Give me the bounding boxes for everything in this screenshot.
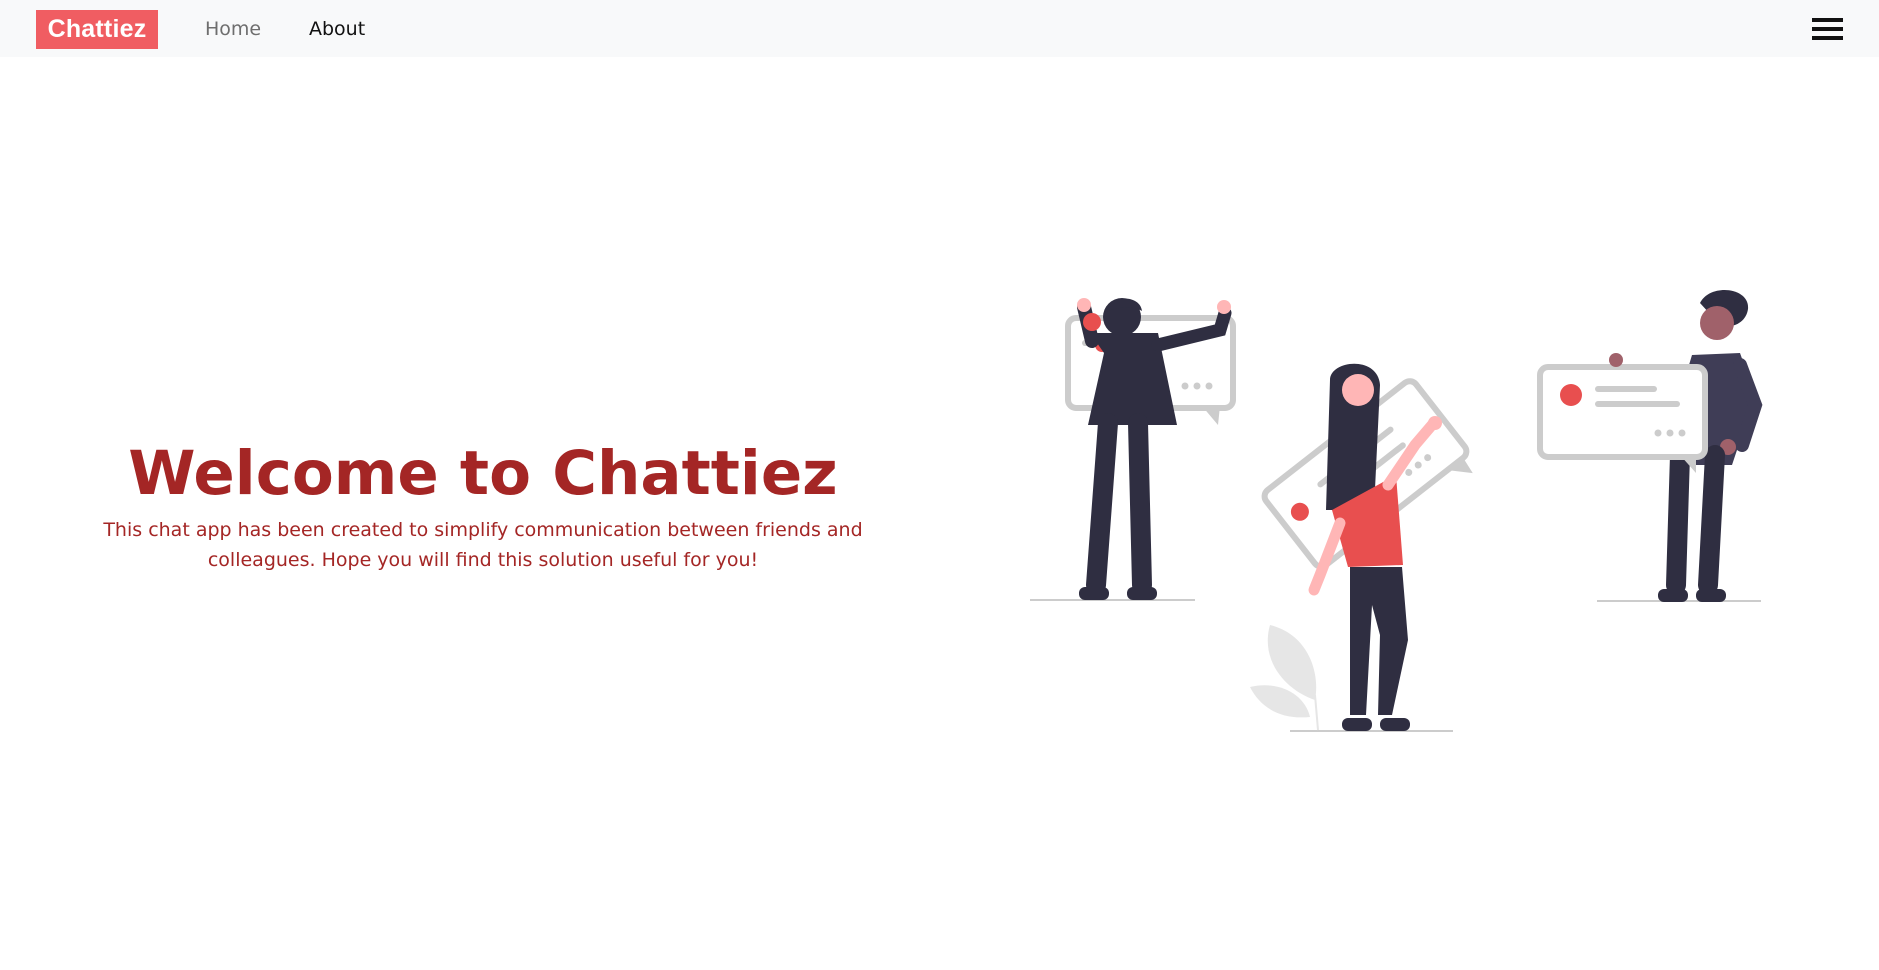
brand-logo[interactable]: Chattiez: [36, 10, 158, 49]
hamburger-menu-icon[interactable]: [1812, 18, 1843, 40]
navbar: Chattiez Home About: [0, 0, 1879, 57]
hero-description: This chat app has been created to simpli…: [103, 519, 863, 571]
people-chat-illustration: [1030, 290, 1763, 732]
nav-link-about[interactable]: About: [309, 15, 365, 43]
plant-decoration: [1250, 625, 1319, 731]
hero-title: Welcome to Chattiez: [128, 438, 838, 509]
chat-bubble-right: [1537, 353, 1708, 473]
nav-link-home[interactable]: Home: [205, 15, 261, 43]
